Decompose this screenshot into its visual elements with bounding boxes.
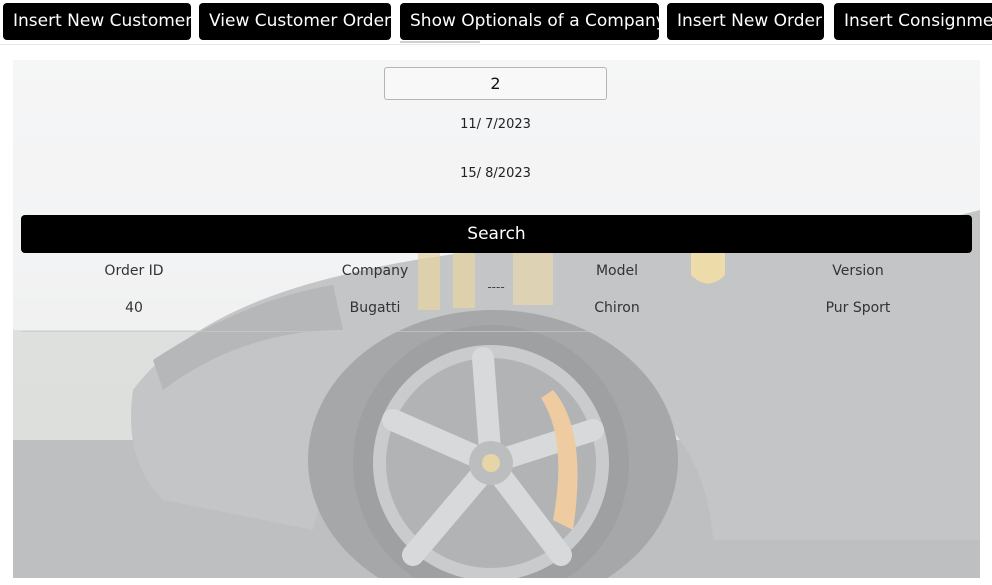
customer-id-input[interactable]: 2 [384,67,607,100]
column-header-company: Company [341,263,409,279]
table-row-divider [21,331,972,332]
table-cell-company: Bugatti [349,300,401,316]
nav-insert-new-customer-button[interactable]: Insert New Customer [3,3,191,40]
column-header-model: Model [595,263,639,279]
background-overlay [13,60,980,578]
nav-view-customer-order-button[interactable]: View Customer Order [199,3,391,40]
table-cell-version: Pur Sport [825,300,891,316]
header-separator: ---- [487,280,505,294]
table-cell-model: Chiron [594,300,640,316]
start-date-input[interactable]: 11/ 7/2023 [384,117,607,132]
end-date-input[interactable]: 15/ 8/2023 [384,166,607,181]
nav-insert-new-order-button[interactable]: Insert New Order [667,3,824,40]
table-cell-order-id: 40 [125,300,143,316]
column-header-order-id: Order ID [104,263,164,279]
search-panel: 2 11/ 7/2023 15/ 8/2023 Search Order ID … [13,60,980,578]
nav-show-optionals-button[interactable]: Show Optionals of a Company [400,3,659,40]
column-header-version: Version [832,263,884,279]
nav-divider [0,44,992,45]
nav-insert-consignment-button[interactable]: Insert Consignmen [834,3,992,40]
nav-scroll-indicator [400,41,480,43]
top-navigation: Insert New Customer View Customer Order … [0,0,992,44]
search-button[interactable]: Search [21,215,972,253]
